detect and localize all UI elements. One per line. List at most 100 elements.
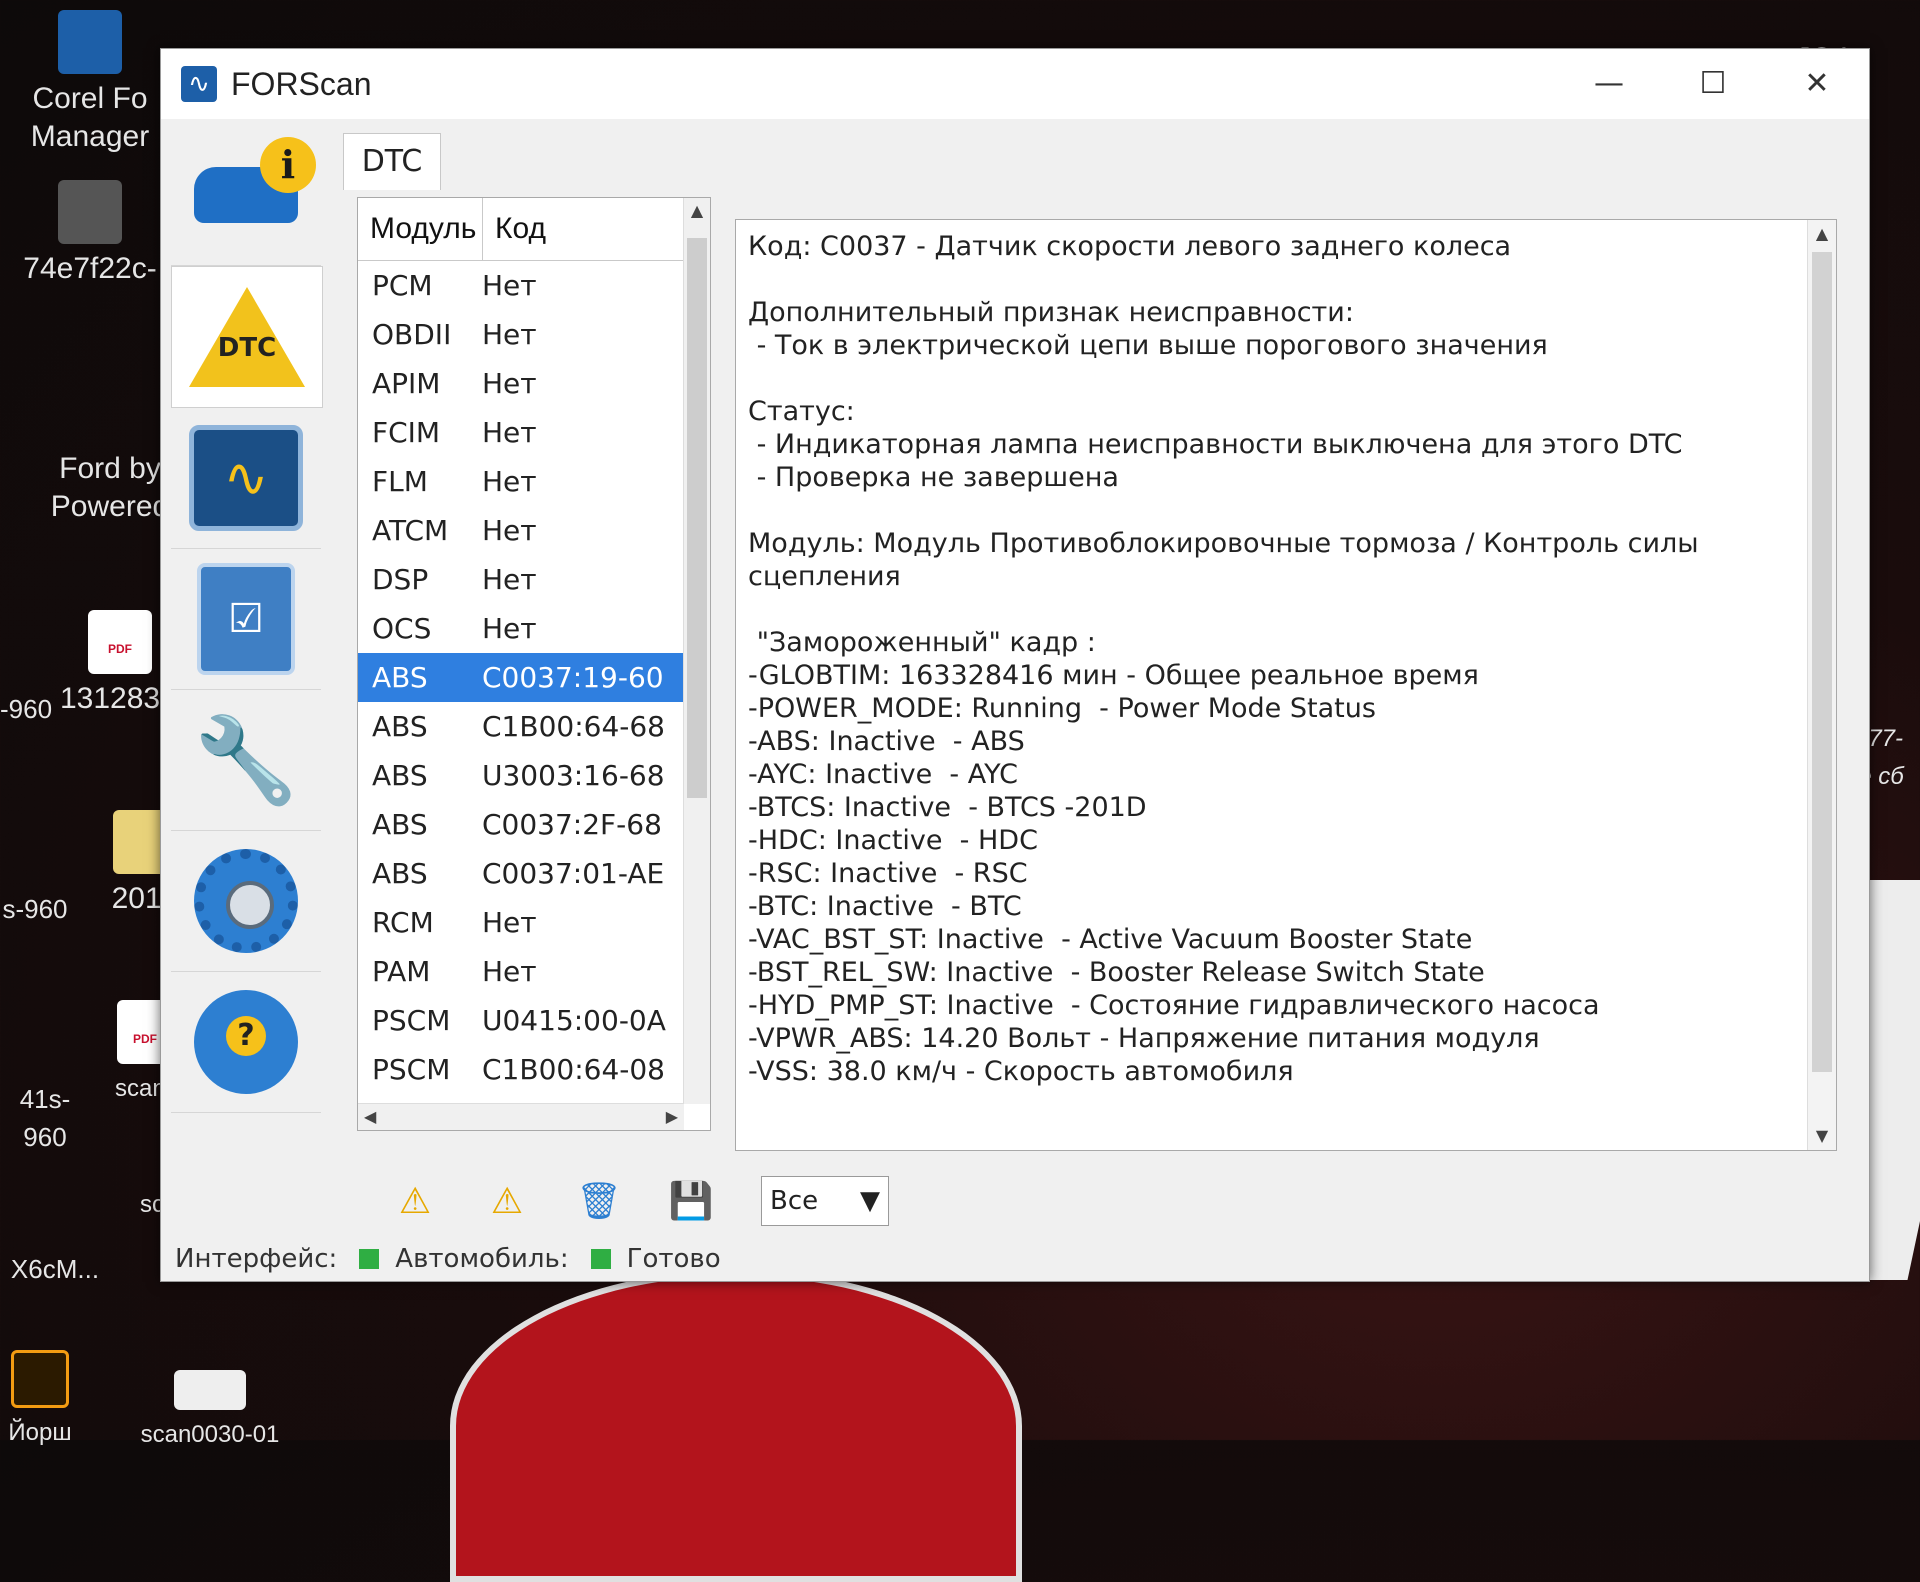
- dtc-code-cell: U3003:16-68: [482, 759, 665, 792]
- module-list-vscrollbar[interactable]: ▲: [683, 198, 710, 1104]
- dtc-code-cell: Нет: [482, 563, 537, 596]
- wrench-icon: 🔧: [193, 711, 299, 809]
- module-name-cell: PSCM: [372, 1053, 451, 1086]
- filter-value: Все: [770, 1186, 819, 1216]
- close-button[interactable]: ✕: [1765, 49, 1869, 119]
- scroll-up-icon[interactable]: ▲: [684, 198, 710, 224]
- details-line: -BTCS: Inactive - BTCS -201D: [748, 792, 1147, 823]
- table-row[interactable]: FCIM Нет: [358, 408, 710, 457]
- maximize-button[interactable]: ☐: [1661, 49, 1765, 119]
- table-row[interactable]: ABS C0037:01-AE: [358, 849, 710, 898]
- table-row[interactable]: ABS U3003:16-68: [358, 751, 710, 800]
- scroll-down-icon[interactable]: ▼: [1808, 1122, 1836, 1150]
- desktop-icon-ford[interactable]: Ford by Powered: [40, 450, 180, 526]
- title-bar[interactable]: ∿ FORScan — ☐ ✕: [161, 49, 1869, 119]
- table-row[interactable]: OCS Нет: [358, 604, 710, 653]
- module-name-cell: DSP: [372, 563, 429, 596]
- details-line: - Ток в электрической цепи выше порогово…: [748, 330, 1548, 361]
- table-row[interactable]: OBDII Нет: [358, 310, 710, 359]
- save-button[interactable]: 💾: [659, 1173, 723, 1229]
- details-line: [748, 494, 1796, 527]
- dtc-code-cell: C1B00:64-68: [482, 710, 665, 743]
- sidebar-item-configuration[interactable]: [171, 831, 321, 972]
- module-name-cell: ABS: [372, 759, 428, 792]
- desktop-icon-illustrator[interactable]: Йорш: [0, 1350, 80, 1452]
- dtc-code-cell: Нет: [482, 612, 537, 645]
- details-line: - Проверка не завершена: [748, 462, 1119, 493]
- module-name-cell: PCM: [372, 269, 433, 302]
- table-row[interactable]: PSCM U0415:00-0A: [358, 996, 710, 1045]
- dtc-code-cell: Нет: [482, 416, 537, 449]
- table-row[interactable]: PAM Нет: [358, 947, 710, 996]
- scroll-thumb[interactable]: [1812, 252, 1832, 1072]
- desktop-icon-partial-1[interactable]: -960: [0, 690, 52, 728]
- dtc-toolbar: ⚠ ⚠ 🗑 💾 Все ▼: [383, 1169, 889, 1233]
- dtc-code-cell: Нет: [482, 367, 537, 400]
- desktop-icon-partial-4[interactable]: X6cM...: [0, 1250, 110, 1288]
- scroll-up-icon[interactable]: ▲: [1808, 220, 1836, 248]
- table-row[interactable]: ABS C1B00:64-68: [358, 702, 710, 751]
- sidebar-item-vehicle-info[interactable]: i: [171, 125, 321, 266]
- desktop-icon-image[interactable]: 74e7f22c-: [20, 180, 160, 288]
- column-header-module[interactable]: Модуль: [358, 198, 483, 260]
- scroll-right-icon[interactable]: ▶: [666, 1104, 678, 1130]
- desktop-icon-corel[interactable]: Corel Fo Manager: [20, 10, 160, 156]
- sidebar-item-help[interactable]: ?: [171, 972, 321, 1113]
- module-list-header: Модуль Код: [358, 198, 710, 261]
- clear-dtc-button[interactable]: 🗑: [567, 1173, 631, 1229]
- wallpaper-emblem: [450, 1270, 1022, 1582]
- desktop-icon-label: 41s-960: [19, 1084, 71, 1152]
- details-line: -BST_REL_SW: Inactive - Booster Release …: [748, 957, 1485, 988]
- table-row[interactable]: ABS C0037:2F-68: [358, 800, 710, 849]
- module-list[interactable]: Модуль Код PCM Нет OBDII Нет APIM Нет FCIM Нет F…: [357, 197, 711, 1131]
- forscan-window: ∿ FORScan — ☐ ✕ i DTC ∿ ☑ 🔧 ? DTC Модуль…: [160, 48, 1870, 1282]
- dtc-filter-select[interactable]: Все ▼: [761, 1176, 889, 1226]
- table-row[interactable]: RCM Нет: [358, 898, 710, 947]
- table-row[interactable]: PSCM C1B00:64-08: [358, 1045, 710, 1094]
- details-line: Модуль: Модуль Противоблокировочные торм…: [748, 528, 1699, 559]
- table-row[interactable]: DSP Нет: [358, 555, 710, 604]
- table-row[interactable]: FLM Нет: [358, 457, 710, 506]
- sidebar-item-service[interactable]: 🔧: [171, 690, 321, 831]
- details-vscrollbar[interactable]: ▲ ▼: [1807, 220, 1836, 1150]
- module-list-hscrollbar[interactable]: ◀ ▶: [358, 1103, 684, 1130]
- details-line: -VSS: 38.0 км/ч - Скорость автомобиля: [748, 1056, 1294, 1087]
- details-line: -VPWR_ABS: 14.20 Вольт - Напряжение пита…: [748, 1023, 1540, 1054]
- vehicle-label: Автомобиль:: [395, 1244, 569, 1274]
- sidebar-item-oscilloscope[interactable]: ∿: [171, 408, 321, 549]
- read-dtc-details-button[interactable]: ⚠: [475, 1173, 539, 1229]
- table-row[interactable]: APIM Нет: [358, 359, 710, 408]
- minimize-button[interactable]: —: [1557, 49, 1661, 119]
- table-row[interactable]: ATCM Нет: [358, 506, 710, 555]
- dtc-details-panel[interactable]: Код: C0037 - Датчик скорости левого задн…: [735, 219, 1837, 1151]
- module-name-cell: PSCM: [372, 1004, 451, 1037]
- table-row[interactable]: ABS C0037:19-60: [358, 653, 710, 702]
- desktop-icon-scan[interactable]: scan0030-01: [130, 1370, 290, 1454]
- read-dtc-button[interactable]: ⚠: [383, 1173, 447, 1229]
- corel-app-icon: [58, 10, 122, 74]
- module-name-cell: ABS: [372, 710, 428, 743]
- desktop-icon-label: X6cM...: [10, 1254, 100, 1284]
- sidebar-item-tests[interactable]: ☑: [171, 549, 321, 690]
- table-row[interactable]: PCM Нет: [358, 261, 710, 310]
- desktop-icon-partial-3[interactable]: 41s-960: [0, 1080, 90, 1156]
- details-line: - Индикаторная лампа неисправности выклю…: [748, 429, 1683, 460]
- dtc-details-text: Код: C0037 - Датчик скорости левого задн…: [748, 230, 1796, 1088]
- desktop-icon-partial-2[interactable]: s-960: [0, 890, 70, 928]
- tab-dtc[interactable]: DTC: [343, 133, 441, 190]
- desktop-icon-label: Corel Fo Manager: [30, 82, 150, 153]
- image-thumbnail-icon: [58, 180, 122, 244]
- car-info-icon: i: [194, 137, 316, 223]
- scroll-thumb[interactable]: [687, 238, 707, 798]
- dtc-code-cell: C0037:2F-68: [482, 808, 662, 841]
- oscilloscope-icon: ∿: [189, 425, 303, 531]
- module-name-cell: APIM: [372, 367, 441, 400]
- forscan-app-icon: ∿: [181, 66, 217, 102]
- details-line: [748, 593, 1796, 626]
- scroll-left-icon[interactable]: ◀: [364, 1104, 376, 1130]
- desktop-icon-pdf-3[interactable]: scan003: [140, 1186, 160, 1224]
- interface-status-indicator: [359, 1249, 380, 1269]
- module-name-cell: ATCM: [372, 514, 449, 547]
- column-header-code[interactable]: Код: [483, 198, 710, 260]
- sidebar-item-dtc[interactable]: DTC: [171, 266, 323, 408]
